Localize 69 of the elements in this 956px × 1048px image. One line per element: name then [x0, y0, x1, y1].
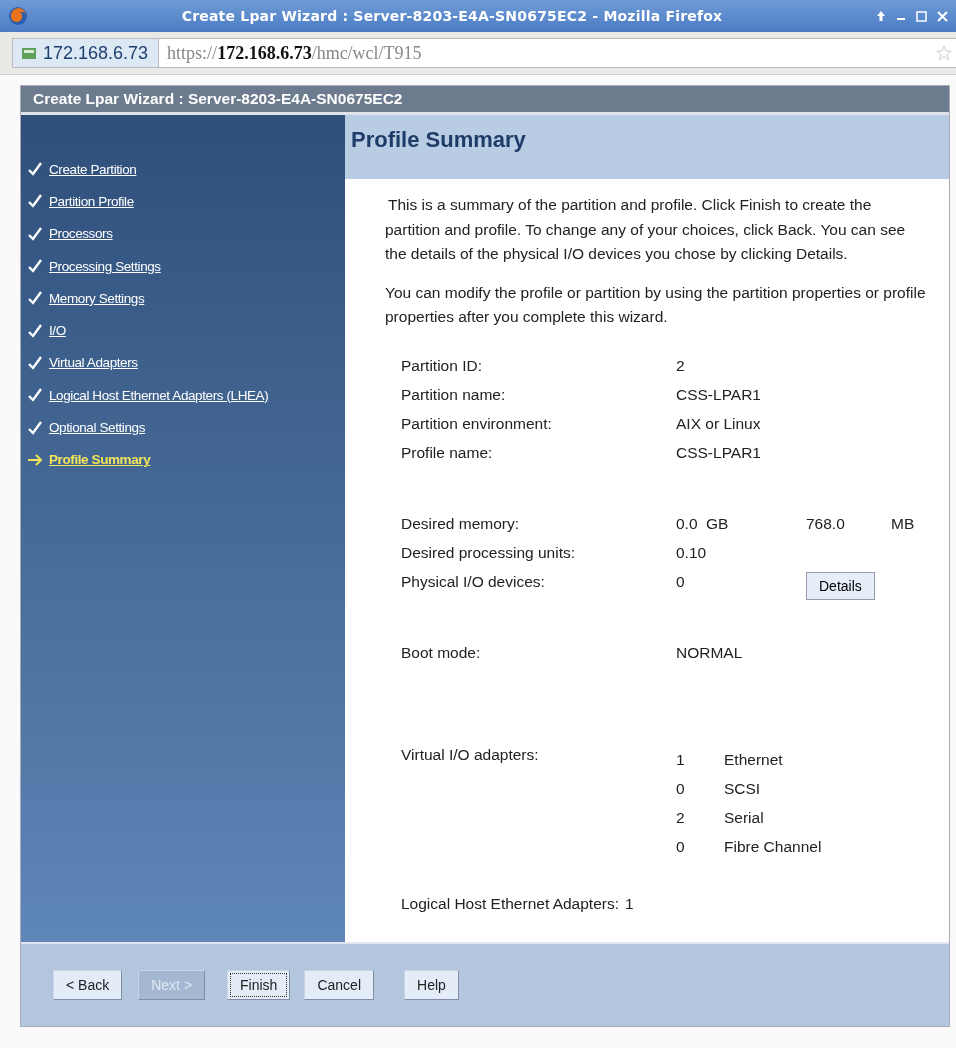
step-link[interactable]: Logical Host Ethernet Adapters (LHEA) — [49, 387, 269, 403]
field-value: CSS-LPAR1 — [676, 385, 761, 405]
step-link[interactable]: Virtual Adapters — [49, 355, 138, 371]
maximize-icon[interactable] — [916, 10, 927, 22]
step-link[interactable]: I/O — [49, 323, 66, 339]
field-value: MB — [891, 514, 915, 534]
adapter-type: SCSI — [724, 780, 761, 798]
browser-logo-icon — [8, 6, 28, 26]
field-value: GB — [706, 514, 730, 534]
checkmark-icon — [27, 323, 43, 338]
field-value: 0 — [676, 572, 686, 592]
adapter-count: 2 — [676, 809, 686, 827]
field-value: 2 — [676, 356, 686, 376]
arrow-icon — [27, 453, 43, 466]
adapter-count: 1 — [676, 751, 686, 769]
field-label: Partition ID: — [401, 357, 483, 375]
description-text: This is a summary of the partition and profile. Click Finish to create the partition and profile. To change any of your choices, click Back. You can see the details of the physical I/O devices you chose by clicking Details. — [385, 195, 907, 264]
field-value: AIX or Linux — [676, 414, 761, 434]
wizard-button[interactable]: Help — [404, 970, 459, 1000]
up-arrow-icon[interactable] — [876, 10, 886, 22]
wizard-button[interactable]: < Back — [53, 970, 123, 1000]
field-label: Boot mode: — [401, 644, 482, 662]
site-identity-button[interactable]: 172.168.6.73 — [13, 39, 160, 67]
field-value: CSS-LPAR1 — [676, 443, 761, 463]
adapter-count: 0 — [676, 780, 686, 798]
step-link[interactable]: Optional Settings — [49, 420, 145, 435]
address-bar[interactable]: 172.168.6.73 https://172.168.6.73/hmc/wcl/T915 — [12, 38, 956, 68]
adapter-type: Serial — [724, 809, 764, 827]
field-label: Logical Host Ethernet Adapters: — [401, 895, 619, 913]
field-value: 0.0 — [676, 514, 699, 534]
field-value: 1 — [625, 895, 634, 913]
field-label: Physical I/O devices: — [401, 573, 546, 591]
adapter-type: Ethernet — [724, 751, 783, 769]
star-icon[interactable] — [936, 45, 952, 61]
wizard-title: Create Lpar Wizard : Server-8203-E4A-SN0675EC2 — [33, 90, 403, 108]
checkmark-icon — [27, 259, 43, 274]
field-label: Profile name: — [401, 444, 494, 462]
field-value: 768.0 — [806, 514, 846, 534]
checkmark-icon — [27, 388, 43, 403]
checkmark-icon — [27, 162, 43, 177]
step-link[interactable]: Memory Settings — [49, 290, 145, 306]
adapter-type: Fibre Channel — [724, 838, 822, 856]
checkmark-icon — [27, 420, 43, 435]
checkmark-icon — [27, 226, 43, 241]
step-link[interactable]: Profile Summary — [49, 452, 151, 468]
step-link[interactable]: Processors — [49, 226, 113, 242]
page-heading: Profile Summary — [351, 126, 527, 153]
field-label: Virtual I/O adapters: — [401, 745, 540, 764]
wizard-button[interactable]: Cancel — [304, 970, 374, 1000]
site-icon — [21, 45, 37, 61]
field-value: 0.10 — [676, 543, 707, 563]
close-icon[interactable] — [937, 10, 948, 22]
checkmark-icon — [27, 194, 43, 209]
window-title: Create Lpar Wizard : Server-8203-E4A-SN0675EC2 - Mozilla Firefox — [180, 8, 724, 24]
checkmark-icon — [27, 355, 43, 370]
step-link[interactable]: Partition Profile — [49, 193, 134, 209]
field-label: Desired processing units: — [401, 544, 577, 562]
field-label: Partition name: — [401, 386, 507, 404]
field-label: Partition environment: — [401, 415, 553, 433]
checkmark-icon — [27, 291, 43, 306]
wizard-button[interactable]: Finish — [227, 970, 291, 1000]
details-button[interactable]: Details — [806, 572, 875, 600]
step-link[interactable]: Create Partition — [49, 161, 137, 177]
field-value: NORMAL — [676, 643, 743, 663]
step-link[interactable]: Processing Settings — [49, 258, 161, 274]
field-label: Desired memory: — [401, 515, 520, 533]
url-text: https://172.168.6.73/hmc/wcl/T915 — [166, 42, 423, 64]
adapter-count: 0 — [676, 838, 686, 856]
description-text: You can modify the profile or partition by using the partition properties or profile properties after you complete this wizard. — [385, 282, 927, 327]
